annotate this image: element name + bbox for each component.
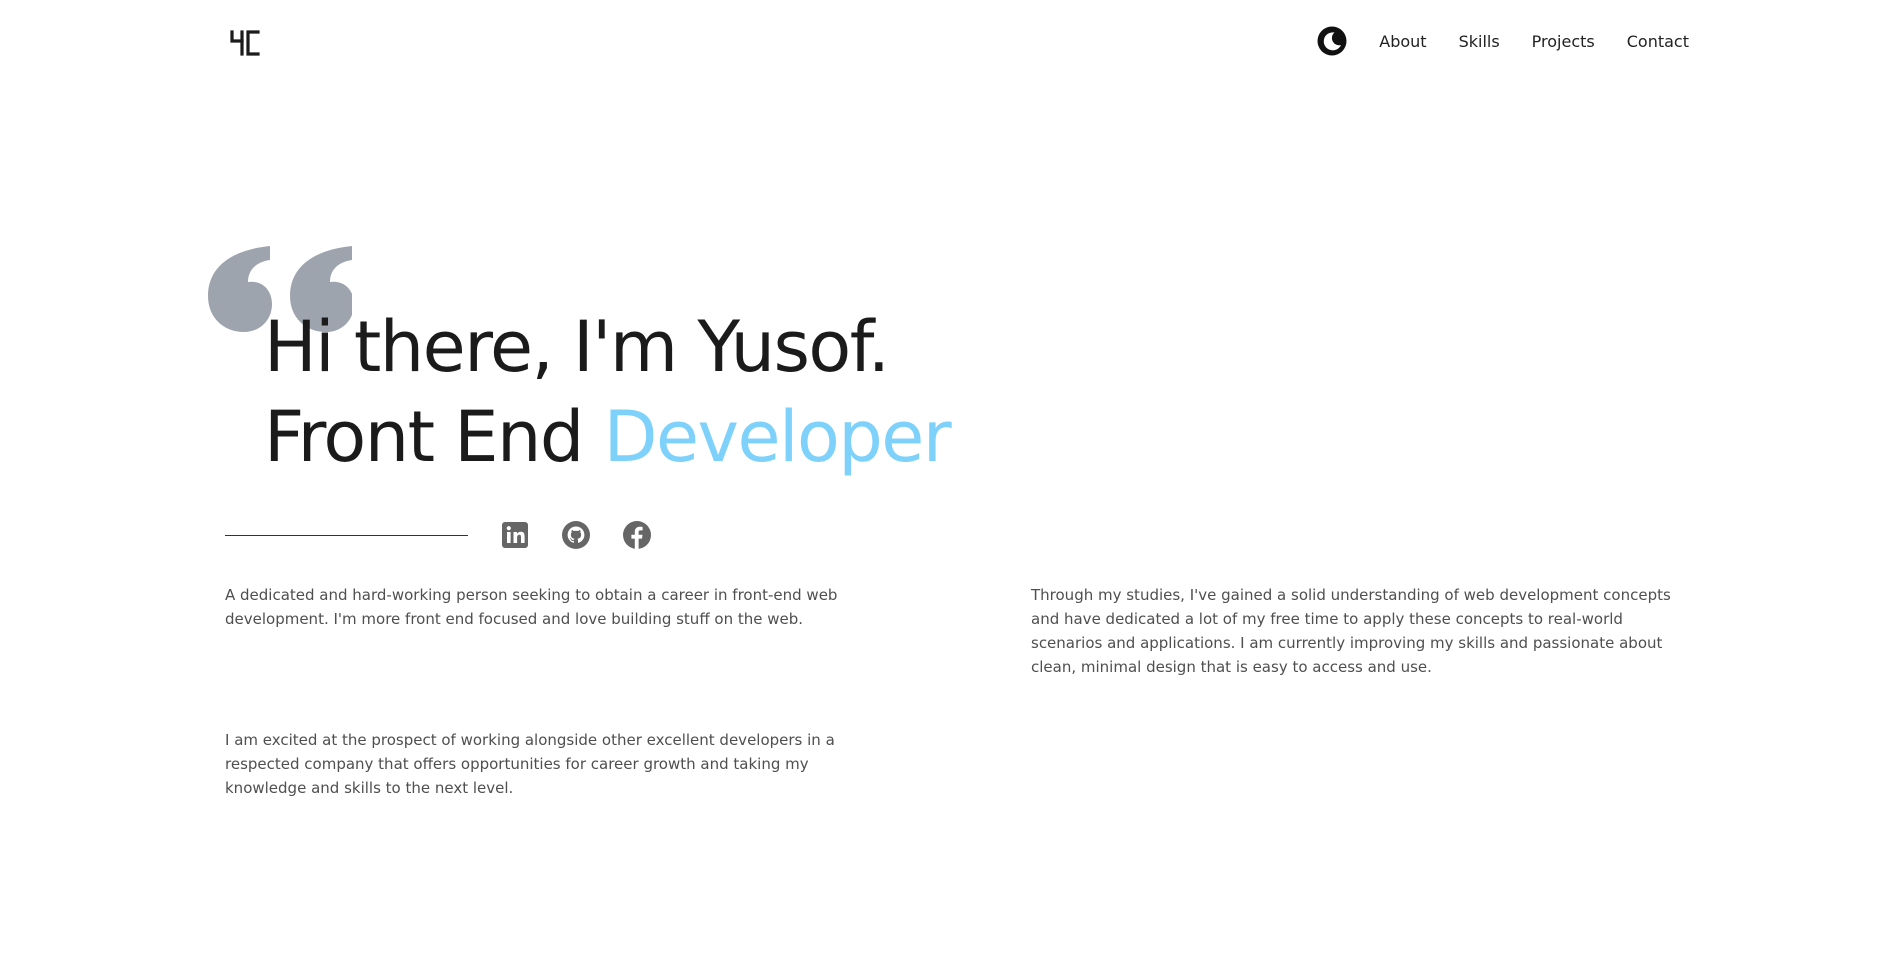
linkedin-icon [502,522,528,548]
intro-paragraph: A dedicated and hard-working person seek… [225,586,838,628]
facebook-link[interactable] [622,520,652,550]
logo-mark-icon [230,30,260,56]
hero-greeting: Hi there, I'm Yusof. [264,306,890,388]
page: About Skills Projects Contact Hi there, … [0,0,1902,966]
hero-role-prefix: Front End [264,396,604,478]
moon-icon [1317,26,1347,56]
hero-role: Front End Developer [264,392,952,482]
main-nav: About Skills Projects Contact [1317,26,1689,56]
site-logo[interactable] [229,30,261,56]
studies-paragraph: Through my studies, I've gained a solid … [1031,586,1671,676]
hero-title: Hi there, I'm Yusof. Front End Developer [264,302,952,482]
nav-link-contact[interactable]: Contact [1627,32,1689,51]
github-icon [562,521,590,549]
goals-paragraph: I am excited at the prospect of working … [225,731,835,797]
nav-link-about[interactable]: About [1379,32,1426,51]
social-links [500,520,652,550]
facebook-icon [623,521,651,549]
hero-role-accent: Developer [603,396,952,478]
theme-toggle-button[interactable] [1317,26,1347,56]
hero-divider [225,535,468,536]
github-link[interactable] [561,520,591,550]
nav-link-skills[interactable]: Skills [1459,32,1500,51]
linkedin-link[interactable] [500,520,530,550]
nav-link-projects[interactable]: Projects [1532,32,1595,51]
